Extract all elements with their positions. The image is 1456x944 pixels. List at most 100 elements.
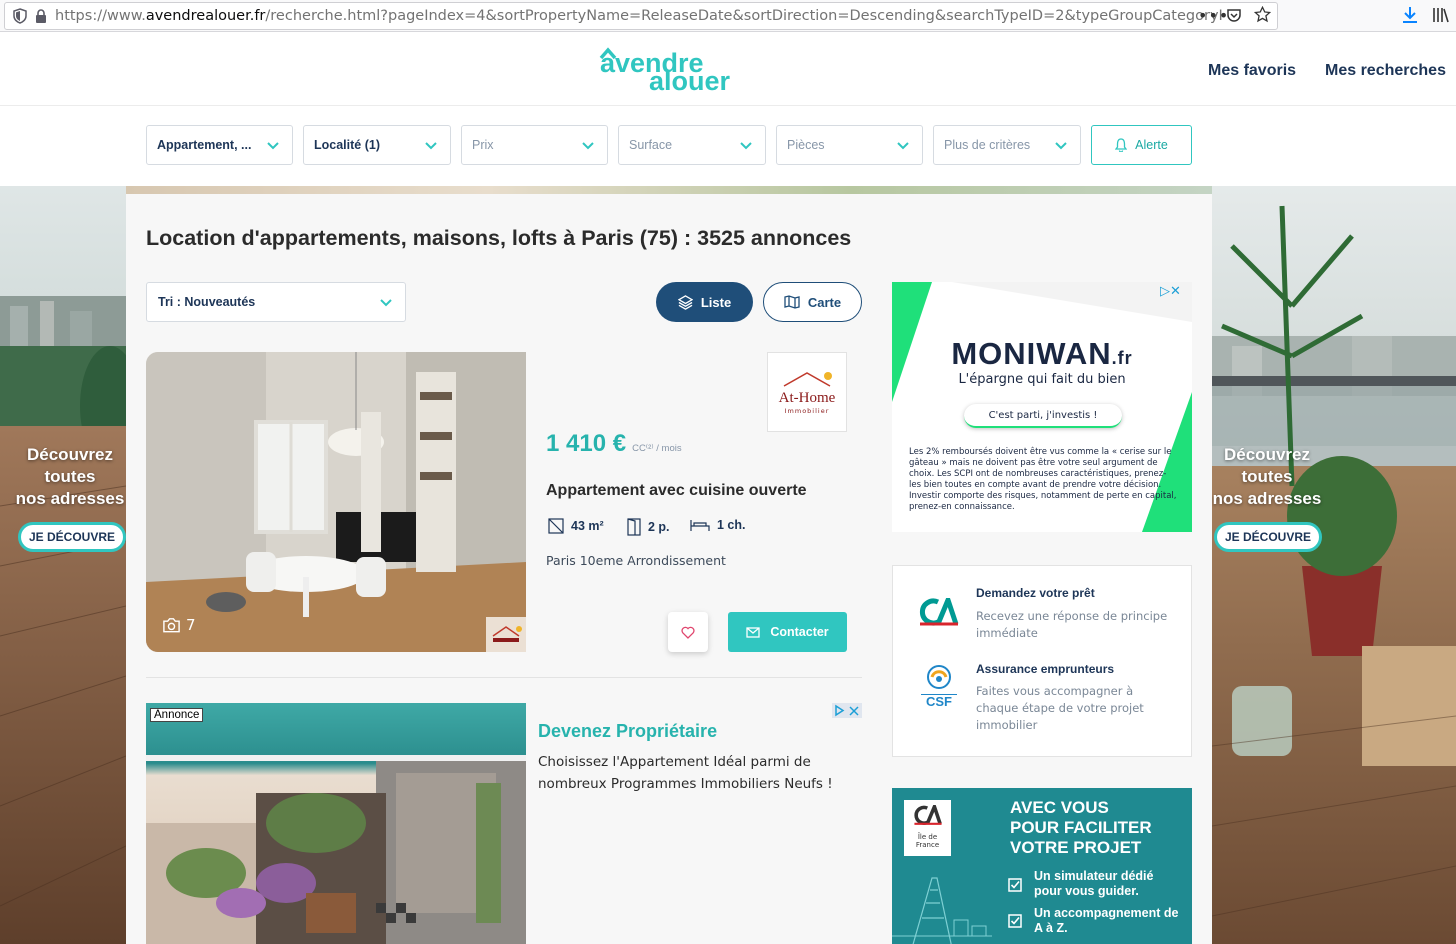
contact-label: Contacter — [770, 625, 829, 639]
url-path: /recherche.html?pageIndex=4&sortProperty… — [265, 8, 1223, 24]
credit-agricole-ad[interactable]: Île de France AVEC VOUS POUR FACILITER V… — [892, 788, 1192, 944]
locality-value: Localité (1) — [314, 138, 380, 152]
logo-line-2: alouer — [649, 66, 731, 92]
bedrooms-feature: 1 ch. — [690, 518, 746, 532]
surface-select[interactable]: Surface — [618, 125, 766, 165]
moniwan-disclaimer: Les 2% remboursés doivent être vus comme… — [909, 447, 1177, 512]
moniwan-brand: MONIWAN — [951, 336, 1112, 371]
download-icon[interactable] — [1402, 6, 1418, 24]
house-roof-icon — [783, 371, 832, 387]
csf-logo: CSF — [921, 664, 957, 712]
list-view-button[interactable]: Liste — [656, 282, 753, 322]
more-criteria-select[interactable]: Plus de critères — [933, 125, 1081, 165]
credit-agricole-logo — [919, 598, 959, 626]
camera-icon — [163, 618, 180, 633]
ad-description: Choisissez l'Appartement Idéal parmi de … — [538, 754, 833, 792]
divider — [146, 677, 862, 678]
favorites-link[interactable]: Mes favoris — [1208, 62, 1296, 80]
lock-icon[interactable] — [35, 9, 47, 23]
native-ad[interactable]: Annonce Devenez Propriétaire Choisissez … — [146, 703, 862, 944]
agency-subtitle: Immobilier — [784, 406, 830, 415]
locality-select[interactable]: Localité (1) — [303, 125, 451, 165]
price-placeholder: Prix — [472, 138, 494, 152]
terrace-illustration — [0, 186, 126, 944]
adchoices-icon[interactable] — [832, 703, 862, 718]
chevron-down-icon — [267, 142, 279, 150]
map-view-button[interactable]: Carte — [763, 282, 862, 322]
saved-searches-link[interactable]: Mes recherches — [1325, 62, 1446, 80]
list-view-label: Liste — [700, 294, 732, 310]
heart-icon — [681, 626, 695, 639]
insurance-description: Faites vous accompagner à chaque étape d… — [976, 684, 1144, 732]
discover-button[interactable]: JE DÉCOUVRE — [18, 522, 126, 552]
price-select[interactable]: Prix — [461, 125, 608, 165]
background-ad-right[interactable]: Découvrez toutes nos adresses JE DÉCOUVR… — [1212, 186, 1456, 944]
price-suffix: CC⁽²⁾ / mois — [632, 443, 682, 454]
bedrooms-value: 1 ch. — [717, 518, 746, 532]
insurance-title[interactable]: Assurance emprunteurs — [976, 662, 1114, 676]
site-header: avendre alouer Mes favoris Mes recherche… — [0, 32, 1456, 106]
discover-button[interactable]: JE DÉCOUVRE — [1214, 522, 1322, 552]
map-icon — [784, 295, 800, 309]
ca-bullet-1: Un simulateur dédié pour vous guider. — [1034, 869, 1154, 898]
loan-description: Recevez une réponse de principe immédiat… — [976, 609, 1168, 640]
address-bar[interactable]: https://www. avendrealouer.fr/recherche.h… — [4, 2, 1278, 30]
background-ad-left[interactable]: Découvrez toutes nos adresses JE DÉCOUVR… — [0, 186, 126, 944]
rooms-placeholder: Pièces — [787, 138, 825, 152]
listing-card[interactable]: 7 At-Home Immobilier 1 410 € CC⁽²⁾ / mois… — [146, 352, 862, 652]
chevron-down-icon — [425, 142, 437, 150]
price-value: 1 410 € — [546, 430, 627, 457]
url-domain: avendrealouer.fr — [145, 8, 266, 24]
chevron-down-icon — [380, 299, 392, 307]
checkbox-icon — [1008, 914, 1022, 928]
listing-title[interactable]: Appartement avec cuisine ouverte — [546, 482, 807, 500]
bell-icon — [1115, 138, 1128, 152]
surface-icon — [548, 518, 564, 534]
door-icon — [627, 518, 641, 536]
more-criteria-placeholder: Plus de critères — [944, 138, 1031, 152]
agency-logo[interactable]: At-Home Immobilier — [767, 352, 847, 432]
map-view-label: Carte — [807, 294, 842, 310]
property-type-select[interactable]: Appartement, ... — [146, 125, 293, 165]
sort-value: Tri : Nouveautés — [158, 295, 256, 309]
results-title: Location d'appartements, maisons, lofts … — [146, 226, 852, 250]
sort-select[interactable]: Tri : Nouveautés — [146, 282, 406, 322]
chevron-down-icon — [582, 142, 594, 150]
surface-value: 43 m² — [571, 519, 604, 533]
surface-feature: 43 m² — [548, 518, 604, 534]
library-icon[interactable] — [1432, 6, 1450, 24]
contact-button[interactable]: Contacter — [728, 612, 847, 652]
rooms-select[interactable]: Pièces — [776, 125, 923, 165]
ad-title[interactable]: Devenez Propriétaire — [538, 721, 717, 742]
alert-button[interactable]: Alerte — [1091, 125, 1192, 165]
chevron-down-icon — [897, 142, 909, 150]
listing-price: 1 410 € CC⁽²⁾ / mois — [546, 430, 682, 458]
csf-text: CSF — [921, 694, 957, 708]
shield-icon[interactable] — [13, 8, 27, 24]
terrace-illustration — [1212, 186, 1456, 944]
loan-title[interactable]: Demandez votre prêt — [976, 586, 1095, 600]
ad-image[interactable]: Annonce — [146, 703, 526, 944]
moniwan-cta-button[interactable]: C'est parti, j'investis ! — [964, 404, 1122, 428]
listing-photo[interactable]: 7 — [146, 352, 526, 652]
rooms-value: 2 p. — [648, 520, 670, 534]
checkbox-icon — [1008, 878, 1022, 892]
bookmark-star-icon[interactable] — [1254, 6, 1271, 23]
banner-line-3: nos adresses — [1212, 489, 1322, 508]
moniwan-ad[interactable]: ▷✕ MONIWAN.fr L'épargne qui fait du bien… — [892, 282, 1192, 532]
site-logo[interactable]: avendre alouer — [598, 44, 740, 96]
more-actions-icon[interactable]: ••• — [1198, 6, 1229, 25]
adchoices-icon[interactable]: ▷✕ — [1160, 284, 1181, 299]
chevron-down-icon — [1055, 142, 1067, 150]
search-filters: Appartement, ... Localité (1) Prix Surfa… — [0, 106, 1456, 186]
ca-logo-subtitle: Île de France — [915, 833, 940, 849]
favorite-button[interactable] — [668, 612, 708, 652]
agency-watermark-logo — [486, 617, 526, 652]
layers-icon — [677, 294, 693, 310]
banner-line-2: toutes — [1241, 467, 1293, 486]
browser-toolbar: https://www. avendrealouer.fr/recherche.h… — [0, 0, 1456, 32]
chevron-down-icon — [740, 142, 752, 150]
pocket-icon[interactable] — [1226, 7, 1242, 23]
banner-line-1: Découvrez — [27, 445, 113, 464]
banner-line-2: toutes — [44, 467, 96, 486]
